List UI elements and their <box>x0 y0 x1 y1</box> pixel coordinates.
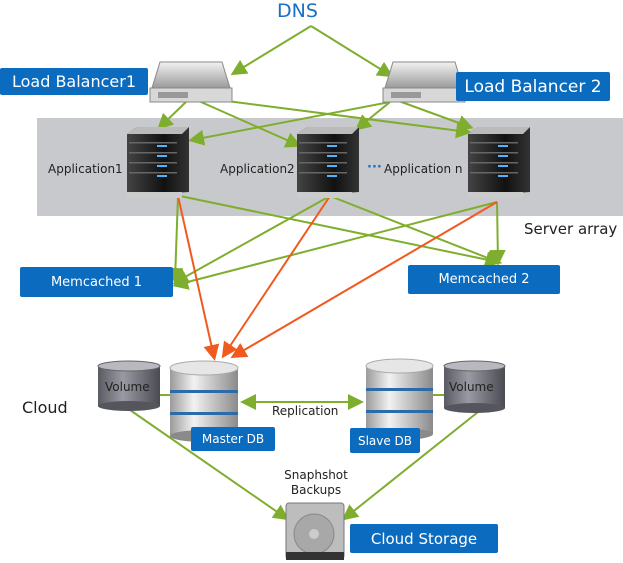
volume-right-label: Volume <box>449 380 494 394</box>
replication-label: Replication <box>272 404 339 418</box>
link-dns-lb1 <box>230 25 312 76</box>
app2-label: Application2 <box>220 162 295 176</box>
snapshot-line1: Snaphshot <box>284 468 348 482</box>
appn-server-icon <box>468 127 530 198</box>
slave-db-label: Slave DB <box>350 428 420 453</box>
snapshot-backups-label: Snaphshot Backups <box>280 468 352 498</box>
load-balancer-2-label: Load Balancer 2 <box>456 72 610 101</box>
cloud-label: Cloud <box>22 398 68 417</box>
cloud-storage-label: Cloud Storage <box>350 524 498 553</box>
load-balancer-1-label: Load Balancer1 <box>0 68 148 95</box>
architecture-diagram: DNS Load Balancer1 Load Balancer 2 Appli… <box>0 0 623 563</box>
appn-label: Application n <box>384 162 463 176</box>
app1-label: Application1 <box>48 162 123 176</box>
master-db-label: Master DB <box>191 427 275 451</box>
ellipsis: ··· <box>367 160 382 175</box>
volume-left-label: Volume <box>105 380 150 394</box>
app2-server-icon <box>297 127 359 198</box>
memcached-1-label: Memcached 1 <box>20 267 173 297</box>
hard-drive-icon <box>285 502 345 560</box>
link-appn-mem2 <box>489 201 506 266</box>
dns-label: DNS <box>277 0 318 22</box>
app1-server-icon <box>127 127 189 198</box>
memcached-2-label: Memcached 2 <box>408 265 560 294</box>
load-balancer-1-server-icon <box>149 61 233 103</box>
snapshot-line2: Backups <box>290 483 342 497</box>
link-dns-lb2 <box>310 25 394 78</box>
load-balancer-2-server-icon <box>382 61 466 103</box>
server-array-label: Server array <box>524 220 618 238</box>
